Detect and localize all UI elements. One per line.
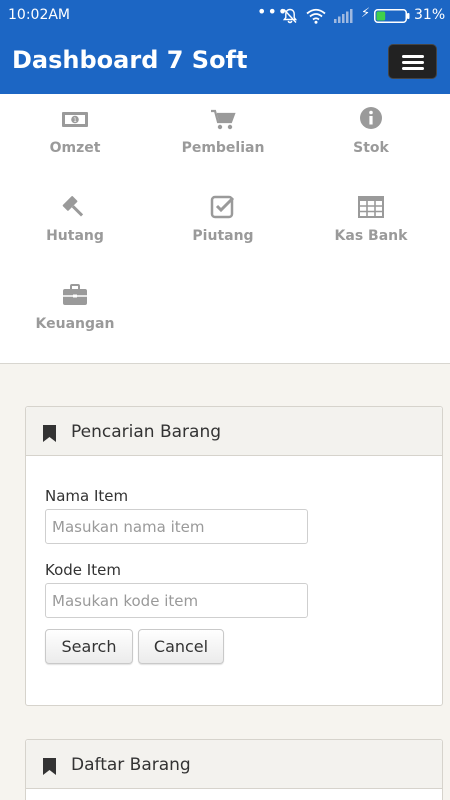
menu-item-stok[interactable]: Stok — [296, 94, 446, 174]
hamburger-line — [402, 67, 424, 70]
search-panel: Pencarian Barang Nama Item Kode Item Sea… — [25, 406, 443, 706]
mute-bell-icon — [282, 8, 298, 24]
item-list-panel-header: Daftar Barang — [26, 740, 442, 789]
status-time: 10:02AM — [8, 7, 71, 23]
menu-label: Keuangan — [35, 316, 115, 332]
menu-item-keuangan[interactable]: Keuangan — [0, 270, 150, 350]
battery-icon — [374, 9, 410, 23]
wifi-icon — [306, 8, 326, 24]
search-panel-title: Pencarian Barang — [71, 422, 222, 442]
cancel-button[interactable]: Cancel — [138, 629, 224, 664]
app-title: Dashboard 7 Soft — [12, 46, 248, 74]
menu-label: Pembelian — [181, 140, 265, 156]
status-bar: 10:02AM ••• ⚡ 31% — [0, 0, 450, 32]
menu-label: Stok — [353, 140, 389, 156]
hamburger-line — [402, 61, 424, 64]
kode-item-input[interactable] — [45, 583, 308, 618]
kode-item-label: Kode Item — [45, 561, 121, 579]
menu-item-omzet[interactable]: 1 Omzet — [0, 94, 150, 174]
menu-label: Omzet — [49, 140, 101, 156]
nama-item-input[interactable] — [45, 509, 308, 544]
app-header: Dashboard 7 Soft — [0, 32, 450, 94]
check-square-icon — [210, 195, 235, 219]
menu-item-piutang[interactable]: Piutang — [148, 182, 298, 262]
charging-bolt-icon: ⚡ — [361, 6, 371, 21]
shopping-cart-icon — [211, 109, 236, 130]
menu-item-hutang[interactable]: Hutang — [0, 182, 150, 262]
search-panel-header: Pencarian Barang — [26, 407, 442, 456]
battery-percent: 31% — [414, 7, 446, 23]
hamburger-menu-button[interactable] — [388, 44, 437, 79]
item-list-panel-title: Daftar Barang — [71, 755, 191, 775]
search-button[interactable]: Search — [45, 629, 133, 664]
nama-item-label: Nama Item — [45, 487, 129, 505]
signal-icon — [334, 9, 353, 23]
bookmark-icon — [43, 425, 56, 442]
menu-item-pembelian[interactable]: Pembelian — [148, 94, 298, 174]
info-circle-icon — [360, 107, 382, 129]
menu-label: Hutang — [46, 228, 104, 244]
hamburger-menu-icon — [402, 55, 424, 58]
menu-label: Piutang — [192, 228, 254, 244]
bookmark-icon — [43, 758, 56, 775]
briefcase-icon — [63, 284, 87, 305]
item-list-panel: Daftar Barang — [25, 739, 443, 800]
dashboard-menu-grid: 1 Omzet Pembelian Stok Hutang Piutang Ka… — [0, 94, 450, 364]
gavel-icon — [62, 196, 84, 217]
menu-label: Kas Bank — [334, 228, 408, 244]
svg-text:1: 1 — [73, 117, 77, 124]
table-grid-icon — [358, 196, 384, 218]
menu-item-kas-bank[interactable]: Kas Bank — [296, 182, 446, 262]
money-bill-icon: 1 — [62, 112, 88, 127]
